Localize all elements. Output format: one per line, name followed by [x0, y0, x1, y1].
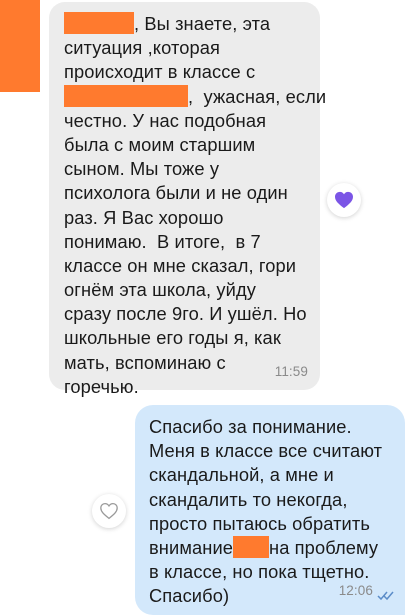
message-line: сразу после 9го. И ушёл. Но	[64, 303, 307, 325]
message-line-text: внимание	[149, 536, 234, 558]
redaction-mark	[64, 84, 188, 107]
incoming-message-bubble[interactable]: , Вы знаете, эта ситуация ,которая проис…	[49, 2, 326, 397]
message-line: ситуация ,которая	[64, 37, 221, 59]
message-line: скандальной, а мне и	[149, 464, 334, 486]
message-timestamp: 11:59	[274, 363, 308, 379]
message-line: происходит в классе с	[64, 61, 256, 83]
message-line-text: на проблему	[269, 536, 379, 558]
incoming-message-text: , Вы знаете, эта ситуация ,которая проис…	[64, 12, 326, 399]
heart-icon	[335, 191, 353, 209]
message-line: понимаю. В итоге, в 7	[64, 230, 261, 252]
message-line: скандалить то некогда,	[149, 488, 348, 510]
message-line: просто пытаюсь обратить	[149, 512, 370, 534]
message-line: , ужасная, если	[64, 84, 326, 109]
heart-outline-icon	[100, 502, 118, 520]
message-line-text: , ужасная, если	[188, 85, 327, 107]
message-line: классе он мне сказал, гори	[64, 254, 297, 276]
outgoing-message-bubble[interactable]: Спасибо за понимание. Меня в классе все …	[135, 405, 405, 615]
message-line: сыном. Мы тоже у	[64, 158, 220, 180]
message-line: Спасибо за понимание.	[149, 416, 352, 437]
message-line: была с моим старшим	[64, 133, 256, 155]
add-reaction-button[interactable]	[92, 494, 126, 528]
redaction-block	[0, 0, 40, 92]
message-line: огнём эта школа, уйду	[64, 279, 256, 301]
chat-view: , Вы знаете, эта ситуация ,которая проис…	[0, 0, 416, 615]
message-line: честно. У нас подобная	[64, 109, 267, 131]
message-line-text: , Вы знаете, эта	[134, 13, 271, 34]
message-line: школьные его годы я, как	[64, 327, 281, 349]
redaction-mark	[64, 12, 134, 34]
message-line: , Вы знаете, эта	[64, 12, 320, 36]
message-line: Меня в классе все считают	[149, 440, 383, 462]
message-timestamp: 12:06	[338, 582, 373, 598]
message-line: раз. Я Вас хорошо	[64, 206, 224, 228]
redaction-mark	[233, 535, 270, 558]
message-line: внимание на проблему	[149, 535, 405, 560]
message-line: психолога были и не один	[64, 182, 288, 204]
heart-reaction-button[interactable]	[327, 183, 361, 217]
